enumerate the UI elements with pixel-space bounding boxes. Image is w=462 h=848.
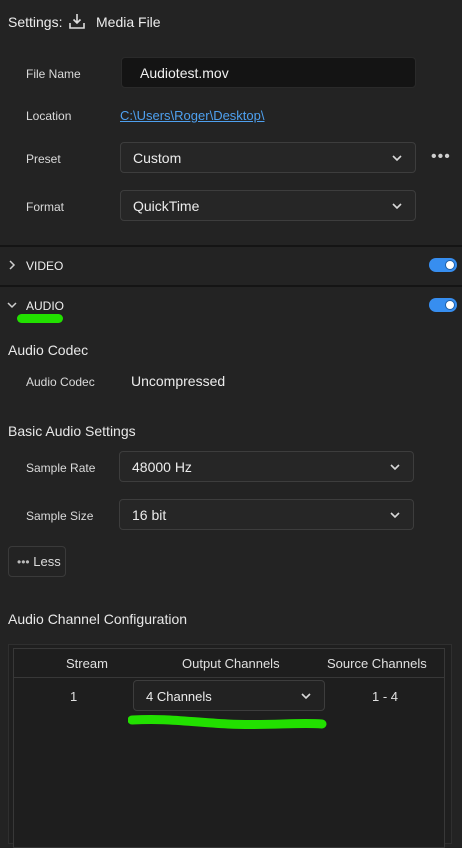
location-link[interactable]: C:\Users\Roger\Desktop\ [120, 108, 265, 123]
highlight-underline-mark [128, 714, 327, 730]
preset-select[interactable]: Custom [120, 142, 416, 173]
channel-config-title: Audio Channel Configuration [8, 611, 188, 627]
chevron-down-icon[interactable] [6, 299, 18, 311]
settings-label: Settings: [8, 14, 63, 30]
column-header-stream: Stream [66, 656, 108, 671]
highlight-mark [17, 314, 63, 323]
sample-rate-select[interactable]: 48000 Hz [119, 451, 414, 482]
column-header-source-channels: Source Channels [327, 656, 427, 671]
chevron-right-icon[interactable] [6, 259, 18, 271]
chevron-down-icon [392, 155, 402, 162]
less-button-label: Less [33, 554, 61, 569]
media-file-label: Media File [96, 14, 161, 30]
audio-section-header[interactable]: AUDIO [26, 299, 64, 313]
audio-codec-value: Uncompressed [131, 373, 226, 389]
chevron-down-icon [390, 512, 400, 519]
section-divider [0, 245, 462, 247]
audio-codec-title: Audio Codec [8, 342, 89, 358]
chevron-down-icon [392, 203, 402, 210]
preset-value: Custom [133, 150, 182, 166]
toggle-knob [445, 260, 455, 270]
format-value: QuickTime [133, 198, 200, 214]
video-toggle[interactable] [429, 258, 457, 272]
video-section-header[interactable]: VIDEO [26, 259, 63, 273]
download-icon [68, 12, 86, 30]
format-select[interactable]: QuickTime [120, 190, 416, 221]
output-channels-value: 4 Channels [146, 689, 212, 704]
less-button[interactable]: ••• Less [8, 546, 66, 577]
format-label: Format [26, 200, 65, 214]
chevron-down-icon [301, 693, 311, 700]
sample-rate-value: 48000 Hz [132, 459, 192, 475]
sample-size-value: 16 bit [132, 507, 167, 523]
toggle-knob [445, 300, 455, 310]
preset-label: Preset [26, 152, 61, 166]
row-stream-cell: 1 [70, 689, 78, 704]
channel-config-table [13, 648, 445, 848]
output-channels-select[interactable]: 4 Channels [133, 680, 325, 711]
sample-rate-label: Sample Rate [26, 461, 96, 475]
sample-size-label: Sample Size [26, 509, 94, 523]
row-source-cell: 1 - 4 [372, 689, 399, 704]
preset-more-button[interactable]: ••• [431, 148, 451, 166]
chevron-down-icon [390, 464, 400, 471]
audio-toggle[interactable] [429, 298, 457, 312]
file-name-input[interactable]: Audiotest.mov [121, 57, 416, 88]
basic-audio-settings-title: Basic Audio Settings [8, 423, 136, 439]
file-name-label: File Name [26, 67, 81, 81]
location-label: Location [26, 109, 72, 123]
sample-size-select[interactable]: 16 bit [119, 499, 414, 530]
audio-codec-label: Audio Codec [26, 375, 95, 389]
more-dots-icon: ••• [17, 555, 30, 569]
column-header-output-channels: Output Channels [182, 656, 280, 671]
section-divider [0, 285, 462, 287]
